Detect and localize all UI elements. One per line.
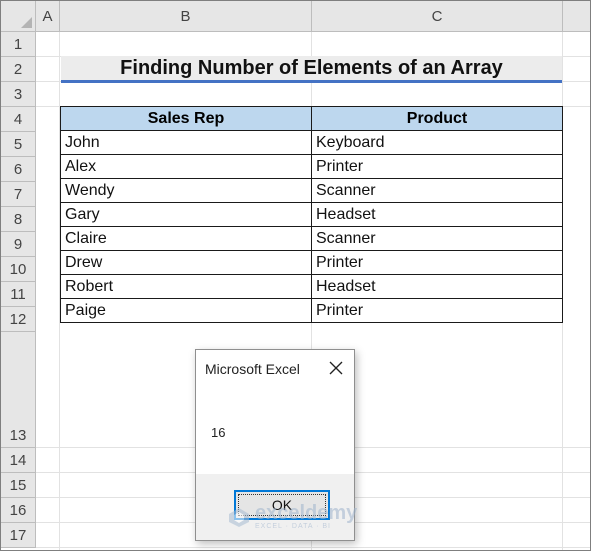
gridline <box>36 547 590 548</box>
row-header-5[interactable]: 5 <box>1 132 36 157</box>
cell-sales-rep[interactable]: Drew <box>60 250 312 275</box>
header-sales-rep[interactable]: Sales Rep <box>60 106 312 131</box>
row-header-2[interactable]: 2 <box>1 57 36 82</box>
select-all-triangle-icon <box>21 17 32 28</box>
cell-product[interactable]: Printer <box>311 298 563 323</box>
column-header-b[interactable]: B <box>60 1 312 32</box>
row-header-7[interactable]: 7 <box>1 182 36 207</box>
cell-product[interactable]: Printer <box>311 154 563 179</box>
table-row: Gary Headset <box>60 202 563 227</box>
sales-table: Sales Rep Product John Keyboard Alex Print… <box>60 106 563 323</box>
dialog-message: 16 <box>211 425 226 440</box>
column-header-d[interactable] <box>563 1 590 32</box>
watermark-tagline: EXCEL · DATA · BI <box>255 523 331 530</box>
table-row: Claire Scanner <box>60 226 563 251</box>
row-header-15[interactable]: 15 <box>1 473 36 498</box>
row-header-1[interactable]: 1 <box>1 32 36 57</box>
cell-sales-rep[interactable]: Wendy <box>60 178 312 203</box>
row-header-10[interactable]: 10 <box>1 257 36 282</box>
row-header-4[interactable]: 4 <box>1 107 36 132</box>
table-row: Alex Printer <box>60 154 563 179</box>
row-header-6[interactable]: 6 <box>1 157 36 182</box>
spreadsheet-window: A B C 1 2 3 4 5 6 7 8 9 10 11 12 13 14 1… <box>0 0 591 551</box>
cell-sales-rep[interactable]: Claire <box>60 226 312 251</box>
row-header-17[interactable]: 17 <box>1 523 36 548</box>
dialog-title: Microsoft Excel <box>205 361 300 377</box>
cell-sales-rep[interactable]: John <box>60 130 312 155</box>
sheet-title[interactable]: Finding Number of Elements of an Array <box>61 56 562 83</box>
row-header-16[interactable]: 16 <box>1 498 36 523</box>
cell-sales-rep[interactable]: Alex <box>60 154 312 179</box>
cell-product[interactable]: Scanner <box>311 226 563 251</box>
column-header-c[interactable]: C <box>312 1 563 32</box>
cell-product[interactable]: Keyboard <box>311 130 563 155</box>
cell-sales-rep[interactable]: Gary <box>60 202 312 227</box>
row-header-13[interactable]: 13 <box>1 332 36 448</box>
row-header-8[interactable]: 8 <box>1 207 36 232</box>
watermark: exceldemy EXCEL · DATA · BI <box>227 503 357 530</box>
cell-sales-rep[interactable]: Robert <box>60 274 312 299</box>
cell-sales-rep[interactable]: Paige <box>60 298 312 323</box>
select-all-button[interactable] <box>1 1 36 32</box>
cell-product[interactable]: Scanner <box>311 178 563 203</box>
table-row: Wendy Scanner <box>60 178 563 203</box>
row-header-14[interactable]: 14 <box>1 448 36 473</box>
row-header-12[interactable]: 12 <box>1 307 36 332</box>
table-row: Paige Printer <box>60 298 563 323</box>
cell-product[interactable]: Headset <box>311 274 563 299</box>
table-row: Robert Headset <box>60 274 563 299</box>
row-header-11[interactable]: 11 <box>1 282 36 307</box>
row-header-9[interactable]: 9 <box>1 232 36 257</box>
close-icon[interactable] <box>328 360 344 376</box>
cell-product[interactable]: Printer <box>311 250 563 275</box>
row-header-3[interactable]: 3 <box>1 82 36 107</box>
table-row: Drew Printer <box>60 250 563 275</box>
watermark-name: exceldemy <box>255 502 358 524</box>
cell-product[interactable]: Headset <box>311 202 563 227</box>
table-row: John Keyboard <box>60 130 563 155</box>
header-product[interactable]: Product <box>311 106 563 131</box>
exceldemy-logo-icon <box>229 507 249 527</box>
column-header-a[interactable]: A <box>36 1 60 32</box>
